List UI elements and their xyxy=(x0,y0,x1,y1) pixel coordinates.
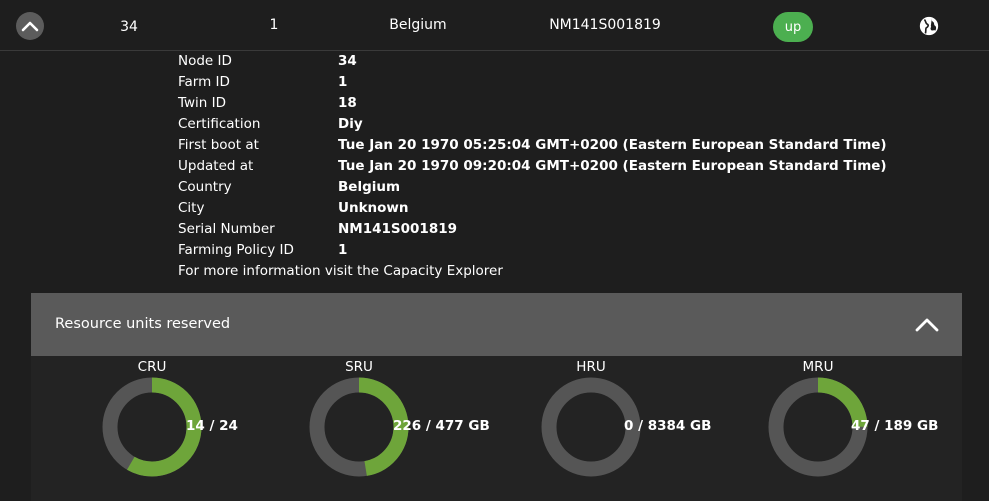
detail-label: Twin ID xyxy=(178,95,227,111)
detail-value: Diy xyxy=(338,116,363,132)
detail-value: Tue Jan 20 1970 05:25:04 GMT+0200 (Easte… xyxy=(338,137,887,153)
collapse-row-button[interactable] xyxy=(16,12,44,40)
detail-value: Belgium xyxy=(338,179,401,195)
detail-value: 1 xyxy=(338,242,348,258)
detail-value: 34 xyxy=(338,53,357,69)
node-id-cell: 34 xyxy=(120,19,138,35)
resource-units-header[interactable]: Resource units reserved xyxy=(31,293,962,356)
detail-row: Certification Diy xyxy=(178,114,887,135)
gauge-label-hru: HRU xyxy=(576,359,606,375)
detail-value: NM141S001819 xyxy=(338,221,457,237)
detail-label: Country xyxy=(178,179,232,195)
detail-label: Serial Number xyxy=(178,221,275,237)
detail-label: Farming Policy ID xyxy=(178,242,294,258)
more-info-prefix: For more information visit the xyxy=(178,263,384,279)
detail-row: Twin ID 18 xyxy=(178,93,887,114)
detail-row: City Unknown xyxy=(178,198,887,219)
node-details-page: 34 1 Belgium NM141S001819 up Node ID 34 Fa… xyxy=(0,0,989,501)
node-details-list: Node ID 34 Farm ID 1 Twin ID 18 Certification D… xyxy=(178,51,887,282)
detail-row: Farm ID 1 xyxy=(178,72,887,93)
chevron-up-icon xyxy=(21,21,39,32)
capacity-explorer-link[interactable]: Capacity Explorer xyxy=(383,263,503,279)
gauge-value-cru: 14 / 24 xyxy=(186,418,238,434)
detail-label: City xyxy=(178,200,205,216)
detail-label: First boot at xyxy=(178,137,259,153)
detail-row: Node ID 34 xyxy=(178,51,887,72)
detail-row: Serial Number NM141S001819 xyxy=(178,219,887,240)
country-cell: Belgium xyxy=(389,17,447,33)
chevron-up-icon[interactable] xyxy=(914,313,940,335)
detail-value: 1 xyxy=(338,74,348,90)
detail-label: Farm ID xyxy=(178,74,230,90)
detail-row: Farming Policy ID 1 xyxy=(178,240,887,261)
panel-title: Resource units reserved xyxy=(55,316,231,332)
detail-label: Certification xyxy=(178,116,261,132)
gauge-label-sru: SRU xyxy=(345,359,373,375)
resource-units-panel: Resource units reserved CRU 14 / 24 SRU 226… xyxy=(31,293,962,501)
gauge-value-hru: 0 / 8384 GB xyxy=(624,418,712,434)
more-info-text: For more information visit the Capacity … xyxy=(178,261,887,282)
gauge-label-cru: CRU xyxy=(137,359,167,375)
node-row[interactable]: 34 1 Belgium NM141S001819 up xyxy=(0,0,989,51)
gauge-value-mru: 47 / 189 GB xyxy=(851,418,939,434)
gauge-label-mru: MRU xyxy=(802,359,834,375)
globe-icon[interactable] xyxy=(918,15,940,37)
detail-value: Unknown xyxy=(338,200,409,216)
gauge-track xyxy=(541,377,641,477)
detail-value: Tue Jan 20 1970 09:20:04 GMT+0200 (Easte… xyxy=(338,158,887,174)
detail-row: First boot at Tue Jan 20 1970 05:25:04 GM… xyxy=(178,135,887,156)
status-badge: up xyxy=(773,12,813,42)
detail-label: Node ID xyxy=(178,53,232,69)
detail-row: Updated at Tue Jan 20 1970 09:20:04 GMT+0… xyxy=(178,156,887,177)
gauge-value-sru: 226 / 477 GB xyxy=(393,418,490,434)
detail-label: Updated at xyxy=(178,158,254,174)
farm-id-cell: 1 xyxy=(269,17,279,33)
detail-row: Country Belgium xyxy=(178,177,887,198)
serial-cell: NM141S001819 xyxy=(549,17,661,33)
detail-value: 18 xyxy=(338,95,357,111)
